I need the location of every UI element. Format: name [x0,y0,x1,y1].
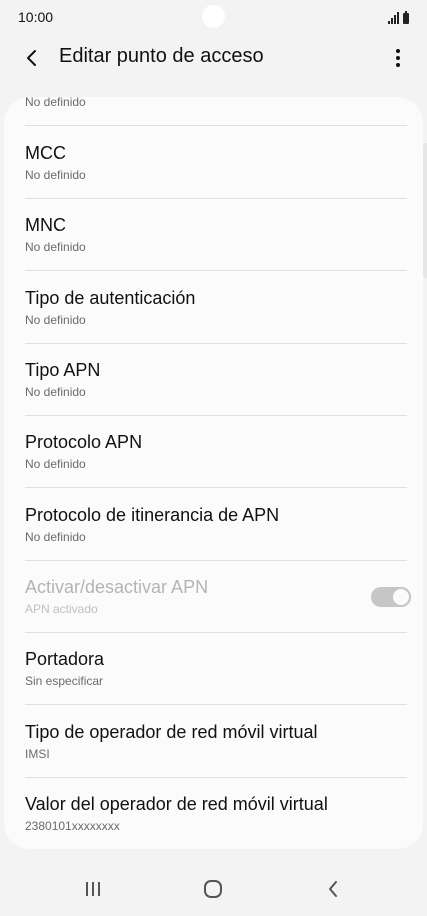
item-subtitle: IMSI [25,747,50,761]
more-vert-icon [396,49,400,67]
back-button[interactable] [14,40,50,76]
item-title: Protocolo APN [25,432,143,452]
list-item-apn-protocol[interactable]: Protocolo APN No definido [25,415,410,487]
item-title: Protocolo de itinerancia de APN [25,505,280,525]
list-item-mvno-type[interactable]: Tipo de operador de red móvil virtual IM… [25,705,410,777]
apn-enable-toggle [371,587,411,607]
status-time: 10:00 [18,9,54,25]
system-back-button[interactable] [313,874,353,904]
home-button[interactable] [193,874,233,904]
list-item-auth-type[interactable]: Tipo de autenticación No definido [25,271,410,343]
item-subtitle: 2380101xxxxxxxx [25,819,120,833]
recents-button[interactable] [73,874,113,904]
item-subtitle: No definido [25,530,86,544]
chevron-left-icon [27,50,36,66]
more-options-button[interactable] [386,40,410,76]
item-subtitle: APN activado [25,602,98,616]
item-subtitle: Sin especificar [25,674,104,688]
camera-cutout [202,5,225,28]
recents-icon [86,882,100,896]
item-title: Portadora [25,649,105,669]
item-subtitle: No definido [25,313,86,327]
list-item-mvno-value[interactable]: Valor del operador de red móvil virtual … [25,777,410,849]
toggle-knob [391,587,411,607]
signal-icon [388,12,399,24]
item-title: MNC [25,215,66,235]
item-subtitle: No definido [25,240,86,254]
battery-icon [403,11,409,24]
status-icons [388,10,409,24]
scrollbar[interactable] [423,143,427,278]
list-item-apn-roaming-protocol[interactable]: Protocolo de itinerancia de APN No defin… [25,488,410,560]
navigation-bar [0,858,427,916]
list-item-apn-enable: Activar/desactivar APN APN activado [25,560,411,632]
item-subtitle: No definido [25,385,86,399]
list-item-mcc[interactable]: MCC No definido [25,126,410,198]
list-item-apn-type[interactable]: Tipo APN No definido [25,343,410,415]
back-chevron-icon [329,881,337,897]
item-title: MCC [25,143,66,163]
settings-list: No definido MCC No definido MNC No defin… [4,97,423,849]
item-title: Tipo APN [25,360,101,380]
list-item-bearer[interactable]: Portadora Sin especificar [25,632,410,704]
item-title: Tipo de operador de red móvil virtual [25,722,318,742]
item-title: Activar/desactivar APN [25,577,209,597]
item-subtitle: No definido [25,457,86,471]
partial-item-subtitle: No definido [25,97,86,109]
home-icon [204,880,222,898]
screen: 10:00 Editar punto de acceso No definido… [0,0,427,916]
item-title: Tipo de autenticación [25,288,196,308]
item-subtitle: No definido [25,168,86,182]
app-bar: Editar punto de acceso [0,34,427,80]
item-title: Valor del operador de red móvil virtual [25,794,328,814]
status-bar: 10:00 [0,0,427,34]
page-title: Editar punto de acceso [59,45,264,67]
list-item-mnc[interactable]: MNC No definido [25,198,410,270]
